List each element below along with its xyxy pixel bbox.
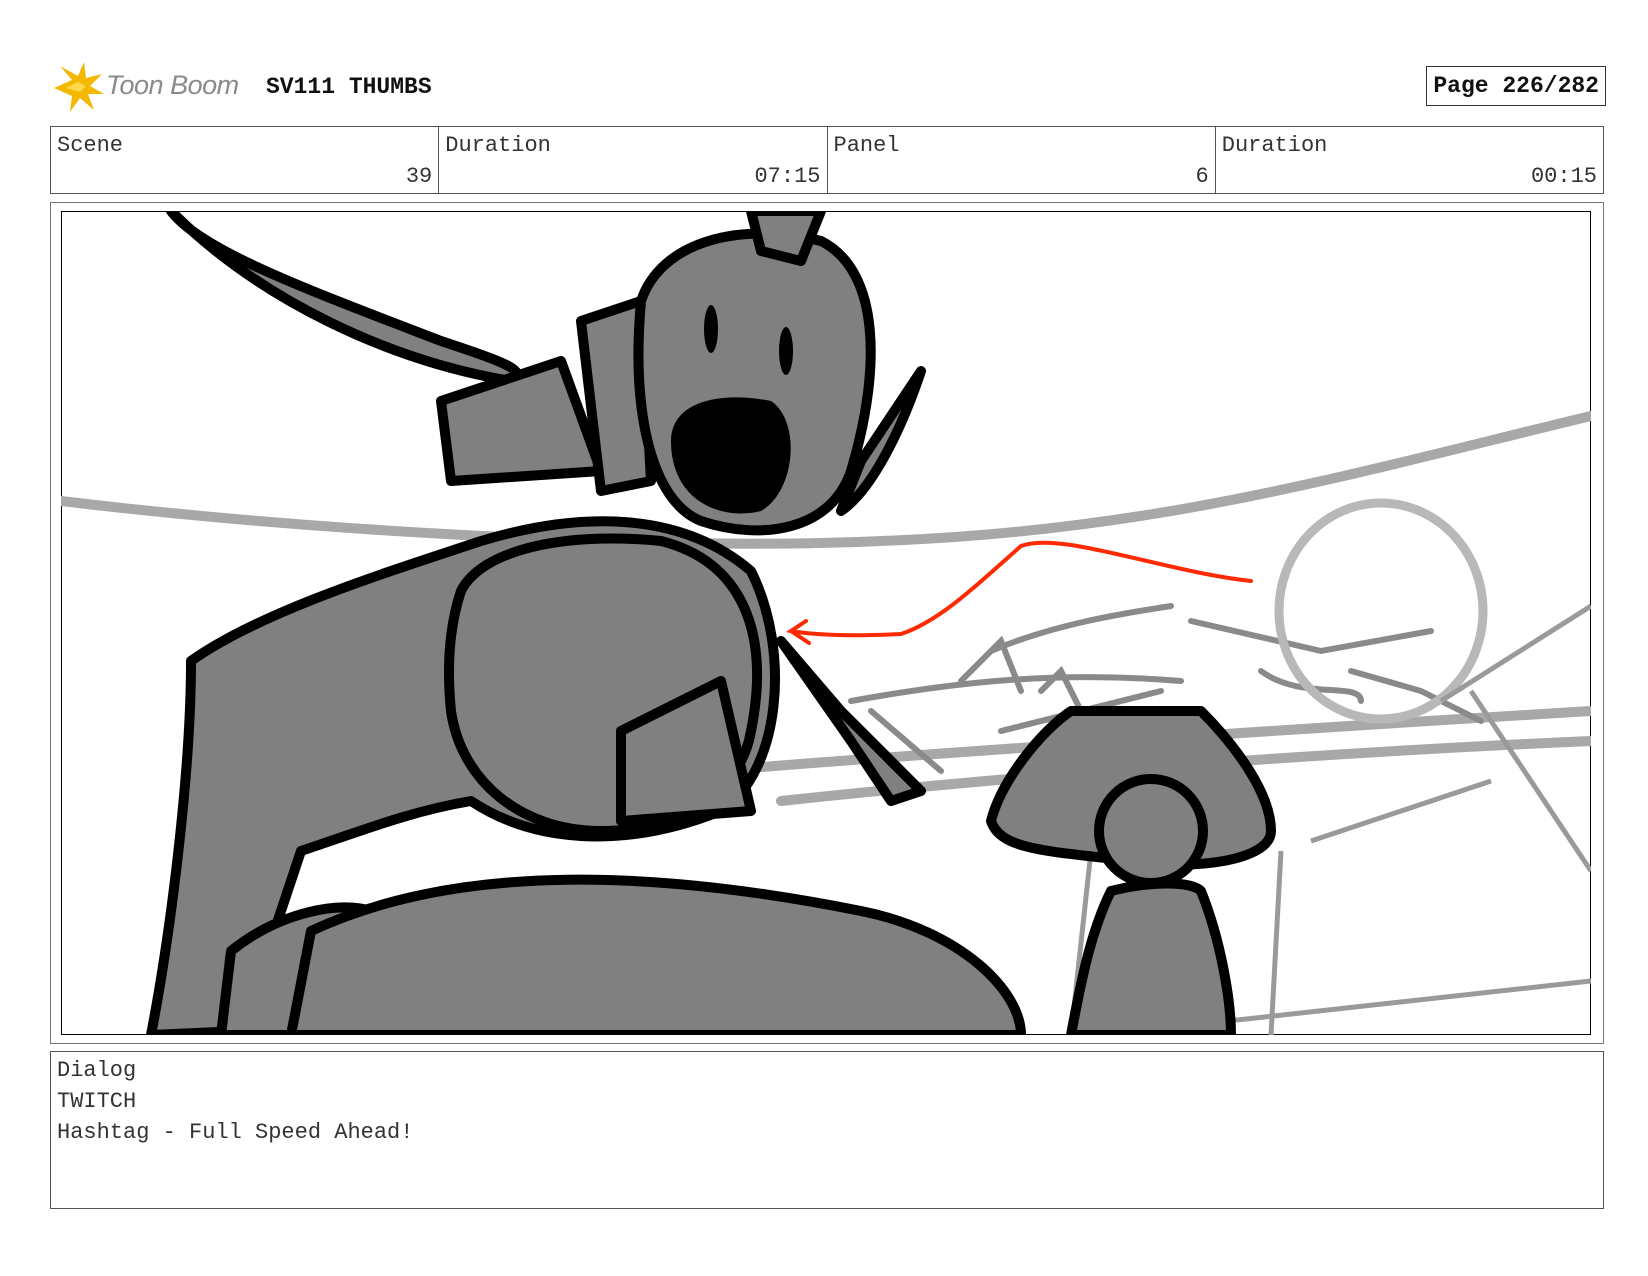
dialog-line: Hashtag - Full Speed Ahead!: [57, 1120, 414, 1145]
scene-label: Scene: [57, 133, 124, 158]
scene-duration-cell: Duration 07:15: [439, 127, 828, 193]
sketch-image: [61, 211, 1591, 1035]
panel-value: 6: [1195, 164, 1209, 189]
storyboard-drawing: [61, 211, 1591, 1035]
scene-duration-label: Duration: [445, 133, 551, 158]
panel-duration-value: 00:15: [1530, 164, 1597, 189]
dialog-label: Dialog: [57, 1058, 137, 1083]
toon-boom-logo: Toon Boom: [50, 60, 250, 116]
panel-duration-cell: Duration 00:15: [1216, 127, 1603, 193]
scene-duration-value: 07:15: [754, 164, 821, 189]
info-bar: Scene 39 Duration 07:15 Panel 6 Duration…: [50, 126, 1604, 194]
project-title: SV111 THUMBS: [266, 74, 432, 100]
panel-cell: Panel 6: [828, 127, 1216, 193]
starburst-icon: [54, 62, 104, 112]
dialog-box: Dialog TWITCH Hashtag - Full Speed Ahead…: [50, 1051, 1604, 1209]
page-header: Toon Boom SV111 THUMBS Page 226/282: [50, 60, 1606, 116]
logo-text: Toon Boom: [106, 70, 239, 100]
page-number: Page 226/282: [1426, 66, 1606, 106]
panel-label: Panel: [833, 133, 900, 158]
panel-duration-label: Duration: [1221, 133, 1328, 158]
dialog-character: TWITCH: [57, 1089, 137, 1114]
scene-cell: Scene 39: [51, 127, 440, 193]
scene-value: 39: [405, 164, 433, 189]
